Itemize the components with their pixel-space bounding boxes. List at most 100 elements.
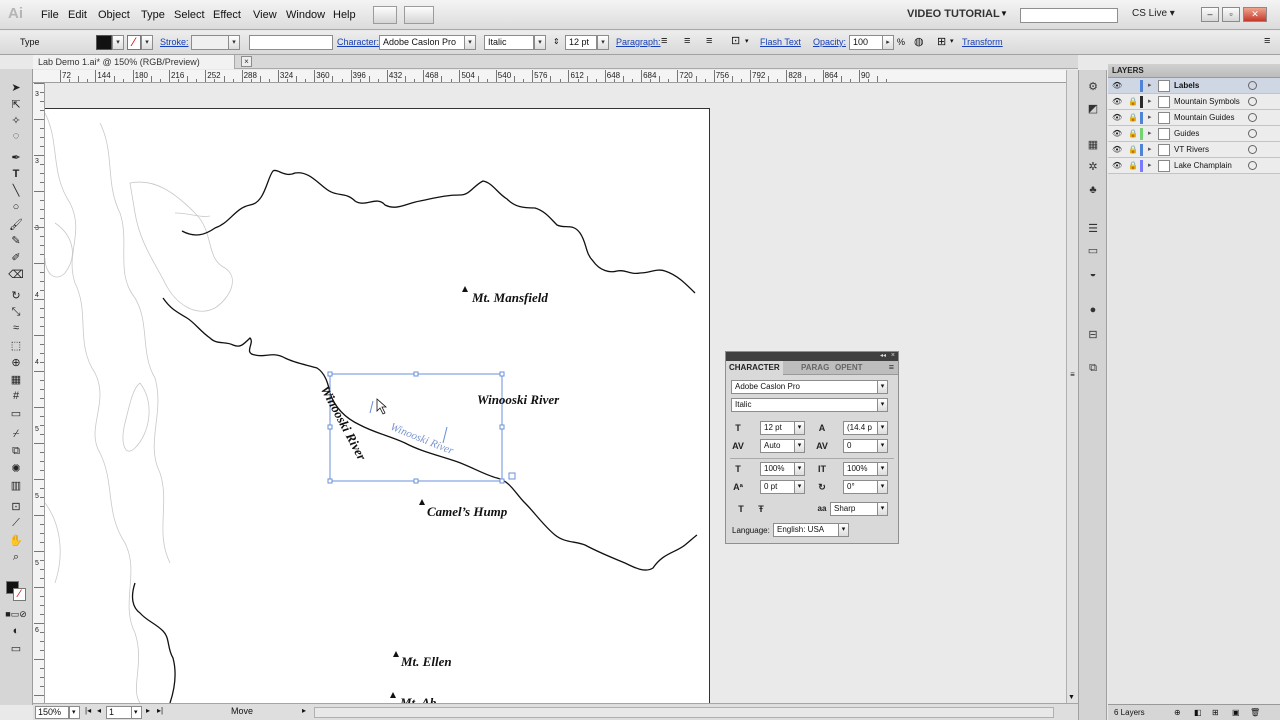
swatches-icon[interactable]: ⚙ [1085,80,1101,94]
font-family-dropdown[interactable]: ▾ [464,35,476,50]
menu-window[interactable]: Window [286,9,325,21]
pen-tool-icon[interactable]: ✒ [7,149,25,165]
char-hscale-dropdown[interactable]: ▾ [877,462,888,476]
brushes-icon[interactable]: ▦ [1085,138,1101,152]
char-antialias-dropdown[interactable]: ▾ [877,502,888,516]
layer-name[interactable]: Guides [1174,129,1199,138]
previous-artboard-icon[interactable]: ◂ [97,706,101,715]
make-clipping-mask-icon[interactable]: ◧ [1194,705,1202,720]
style-field[interactable] [249,35,333,50]
layers-panel-title[interactable]: LAYERS [1108,64,1280,78]
symbols-icon[interactable]: ✲ [1085,160,1101,174]
char-rotation-dropdown[interactable]: ▾ [877,480,888,494]
menu-help[interactable]: Help [333,9,356,21]
char-rotation-field[interactable]: 0° [843,480,879,494]
arrange-documents-button[interactable] [404,6,434,24]
font-style-dropdown[interactable]: ▾ [534,35,546,50]
visibility-eye-icon[interactable]: 👁 [1112,113,1122,123]
bridge-button[interactable] [373,6,397,24]
align-left-icon[interactable]: ≡ [661,35,667,47]
artboard-number-field[interactable]: 1 [106,706,132,719]
expand-triangle-icon[interactable]: ▸ [1148,145,1152,153]
line-tool-icon[interactable]: ╲ [7,182,25,198]
char-size-field[interactable]: 12 pt [760,421,796,435]
stroke-weight-field[interactable] [191,35,229,50]
transform-link[interactable]: Transform [962,37,1003,47]
char-font-style-dropdown[interactable]: ▾ [877,398,888,412]
align-objects-icon[interactable]: ⊞ [937,35,946,48]
char-font-family-field[interactable]: Adobe Caslon Pro [731,380,884,394]
menu-effect[interactable]: Effect [213,9,241,21]
target-circle-icon[interactable] [1248,113,1257,122]
label-mt-abe[interactable]: Mt. Ab [400,695,436,703]
magic-wand-tool-icon[interactable]: ✧ [7,112,25,128]
fill-dropdown[interactable]: ▾ [112,35,124,50]
char-baseline-field[interactable]: 0 pt [760,480,796,494]
target-circle-icon[interactable] [1248,145,1257,154]
font-size-dropdown[interactable]: ▾ [597,35,609,50]
strikethrough-icon[interactable]: Ŧ [754,502,768,516]
paintbrush-tool-icon[interactable]: 🖌 [7,216,25,232]
label-winooski-river[interactable]: Winooski River [477,392,559,408]
last-artboard-icon[interactable]: ▸| [157,706,163,715]
vertical-scrollbar[interactable]: ≡ ▼ [1066,70,1078,703]
label-camels-hump[interactable]: Camel’s Hump [427,504,507,520]
layer-name[interactable]: Mountain Guides [1174,113,1234,122]
expand-triangle-icon[interactable]: ▸ [1148,129,1152,137]
menu-view[interactable]: View [253,9,277,21]
menu-file[interactable]: File [41,9,59,21]
warp-tool-icon[interactable]: ≈ [7,320,25,336]
layer-row[interactable]: 👁 🔒 ▸ Mountain Symbols [1108,94,1280,110]
layer-row[interactable]: 👁 ▸ Labels [1108,78,1280,94]
paragraph-link[interactable]: Paragraph: [616,37,661,47]
chevron-down-icon[interactable]: ▾ [950,37,954,45]
char-leading-field[interactable]: (14.4 p [843,421,879,435]
ellipse-tool-icon[interactable]: ○ [7,199,25,215]
label-mt-ellen[interactable]: Mt. Ellen [401,654,452,670]
zoom-field[interactable]: 150% [35,706,69,719]
artboard-tool-icon[interactable]: ⊡ [7,498,25,514]
char-antialias-field[interactable]: Sharp [830,502,882,516]
locate-object-icon[interactable]: ⊕ [1174,705,1181,720]
color-guide-icon[interactable]: ◩ [1085,102,1101,116]
lasso-tool-icon[interactable]: ◌ [7,128,25,144]
opacity-field[interactable]: 100 [849,35,883,50]
zoom-tool-icon[interactable]: ⌕ [7,549,25,565]
font-family-field[interactable]: Adobe Caslon Pro [379,35,465,50]
size-stepper-icon[interactable]: ⇕ [553,37,560,46]
layers-panel-icon[interactable]: ⧉ [1085,362,1101,376]
target-circle-icon[interactable] [1248,161,1257,170]
char-tracking-dropdown[interactable]: ▾ [877,439,888,453]
slice-tool-icon[interactable]: ⟋ [7,515,25,531]
type-tool-icon[interactable]: T [7,166,25,182]
char-baseline-dropdown[interactable]: ▾ [794,480,805,494]
stroke-link[interactable]: Stroke: [160,37,189,47]
char-font-family-dropdown[interactable]: ▾ [877,380,888,394]
panel-titlebar[interactable]: ◂◂ × [726,352,898,361]
flash-text-link[interactable]: Flash Text [760,37,801,47]
cs-live-button[interactable]: CS Live ▾ [1132,8,1175,19]
horizontal-scrollbar[interactable] [314,707,1054,718]
status-menu-icon[interactable]: ▸ [302,706,306,715]
envelope-icon[interactable]: ⊡ [731,34,740,47]
canvas[interactable]: Winooski River Winooski River Mt. Mansfi… [45,83,1066,703]
target-circle-icon[interactable] [1248,81,1257,90]
direct-selection-tool-icon[interactable]: ⇱ [7,96,25,112]
perspective-grid-tool-icon[interactable]: ▦ [7,371,25,387]
layer-row[interactable]: 👁 🔒 ▸ VT Rivers [1108,142,1280,158]
stroke-color-swatch[interactable]: ⁄ [13,588,26,601]
expand-triangle-icon[interactable]: ▸ [1148,113,1152,121]
lock-icon[interactable]: 🔒 [1128,129,1138,139]
stroke-panel-icon[interactable]: ☰ [1085,222,1101,236]
char-language-dropdown[interactable]: ▾ [838,523,849,537]
unlock-icon[interactable] [1128,81,1136,91]
free-transform-tool-icon[interactable]: ⬚ [7,337,25,353]
char-vscale-dropdown[interactable]: ▾ [794,462,805,476]
chevron-down-icon[interactable]: ▾ [745,37,749,45]
color-mode-icons[interactable]: ■▭⊘ [5,606,26,622]
stroke-swatch-dropdown[interactable]: ▾ [141,35,153,50]
character-link[interactable]: Character: [337,37,379,47]
label-mt-mansfield[interactable]: Mt. Mansfield [472,290,548,306]
char-font-style-field[interactable]: Italic [731,398,884,412]
next-artboard-icon[interactable]: ▸ [146,706,150,715]
